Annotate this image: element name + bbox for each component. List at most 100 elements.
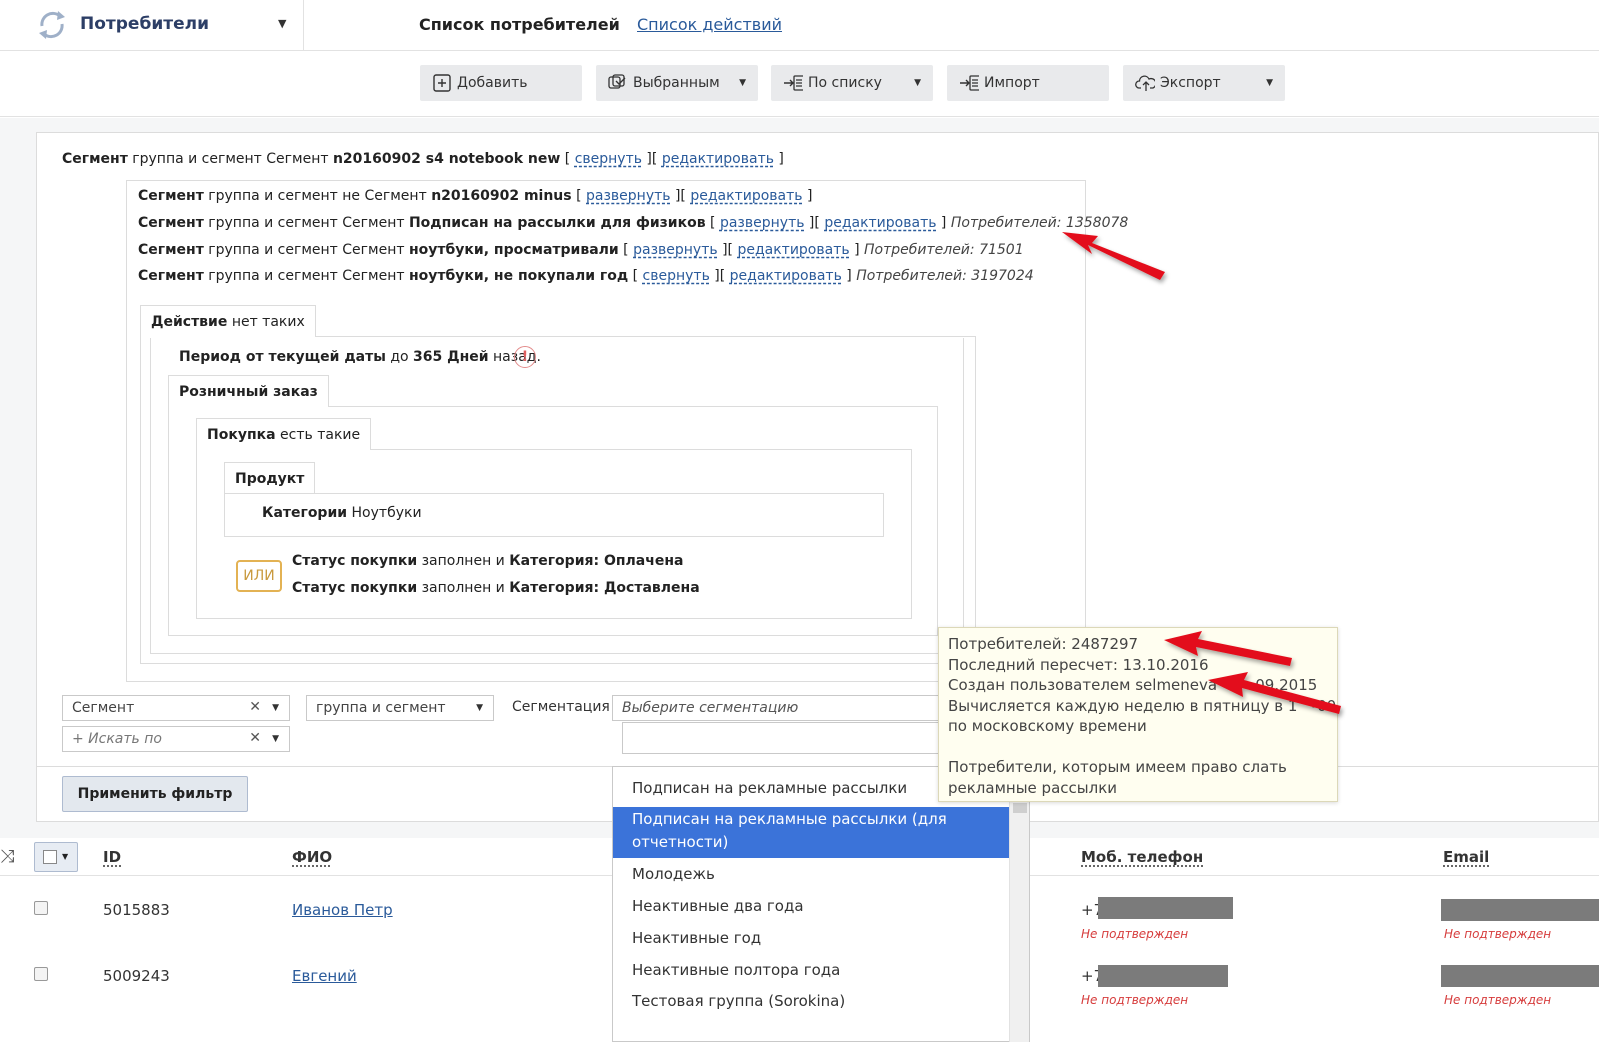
select-all-checkbox[interactable]: ▼ xyxy=(34,842,78,872)
status-condition: Статус покупки заполнен и Категория: Опл… xyxy=(292,553,684,569)
period-condition: Период от текущей даты до 365 Дней назад… xyxy=(179,349,541,365)
phone-status: Не подтвержден xyxy=(1081,993,1189,1007)
tooltip-line: Создан пользователем selmeneva 09.2015 xyxy=(948,676,1318,694)
expand-link[interactable]: развернуть xyxy=(586,188,671,204)
edit-link[interactable]: редактировать xyxy=(690,188,802,204)
row-name-link[interactable]: Евгений xyxy=(292,967,357,985)
warning-icon[interactable]: ! xyxy=(514,346,536,368)
segmentation-dropdown: Подписан на рекламные рассылки Подписан … xyxy=(612,766,1030,1042)
email-status: Не подтвержден xyxy=(1444,993,1552,1007)
import-button[interactable]: Импорт xyxy=(947,65,1109,101)
root-segment-condition: Сегмент группа и сегмент Сегмент n201609… xyxy=(62,151,784,167)
chevron-down-icon: ▼ xyxy=(476,703,483,713)
shuffle-icon[interactable]: ⤨ xyxy=(0,846,14,867)
email-status: Не подтвержден xyxy=(1444,927,1552,941)
toolbar: Добавить Выбранным ▼ По списку ▼ Импорт … xyxy=(0,51,1599,117)
by-list-button[interactable]: По списку ▼ xyxy=(771,65,933,101)
edit-link[interactable]: редактировать xyxy=(730,268,842,284)
product-label: Продукт xyxy=(224,462,316,494)
redacted-phone xyxy=(1098,897,1233,919)
group-select[interactable]: группа и сегмент ▼ xyxy=(306,695,494,721)
redacted-email xyxy=(1441,965,1599,987)
expand-link[interactable]: развернуть xyxy=(720,215,805,231)
dropdown-scrollbar[interactable] xyxy=(1009,799,1029,1042)
edit-link[interactable]: редактировать xyxy=(737,242,849,258)
row-checkbox[interactable] xyxy=(34,967,48,981)
selected-items-icon xyxy=(608,73,628,93)
dropdown-option-selected[interactable]: Подписан на рекламные рассылки (для отче… xyxy=(613,807,1009,858)
clear-icon[interactable]: ✕ xyxy=(249,699,261,715)
filter-type-select[interactable]: Сегмент ✕ ▼ xyxy=(62,695,290,721)
tab-consumers-list[interactable]: Список потребителей xyxy=(419,15,620,34)
clear-icon[interactable]: ✕ xyxy=(249,730,261,746)
chevron-down-icon: ▼ xyxy=(1266,78,1273,88)
edit-link[interactable]: редактировать xyxy=(824,215,936,231)
collapse-link[interactable]: свернуть xyxy=(575,151,642,167)
or-operator-badge[interactable]: ИЛИ xyxy=(236,560,282,592)
checkbox[interactable] xyxy=(43,850,57,864)
phone-status: Не подтвержден xyxy=(1081,927,1189,941)
dropdown-option[interactable]: Молодежь xyxy=(613,863,1009,886)
row-id: 5015883 xyxy=(103,901,170,919)
list-arrow-icon xyxy=(783,73,803,93)
search-by-select[interactable]: + Искать по ✕ ▼ xyxy=(62,726,290,752)
purchase-label: Покупка есть такие xyxy=(196,418,372,450)
selected-button[interactable]: Выбранным ▼ xyxy=(596,65,758,101)
segment-info-tooltip: Потребителей: 2487297 Последний пересчет… xyxy=(938,627,1338,802)
chevron-down-icon: ▼ xyxy=(739,78,746,88)
column-header-email[interactable]: Email xyxy=(1443,848,1489,866)
dropdown-option[interactable]: Тестовая группа (Sorokina) xyxy=(613,990,1009,1013)
plus-square-icon xyxy=(432,73,452,93)
collapse-link[interactable]: свернуть xyxy=(643,268,710,284)
expand-link[interactable]: развернуть xyxy=(633,242,718,258)
dropdown-option[interactable]: Неактивные два года xyxy=(613,895,1009,918)
export-button-label: Экспорт xyxy=(1160,75,1221,91)
status-condition: Статус покупки заполнен и Категория: Дос… xyxy=(292,580,700,596)
tooltip-line: Последний пересчет: 13.10.2016 xyxy=(948,655,1209,674)
segment-condition: Сегмент группа и сегмент Сегмент Подписа… xyxy=(138,215,1129,231)
scrollbar-thumb[interactable] xyxy=(1013,803,1027,813)
add-button-label: Добавить xyxy=(457,75,528,91)
segment-condition: Сегмент группа и сегмент Сегмент ноутбук… xyxy=(138,268,1034,284)
segment-condition: Сегмент группа и сегмент Сегмент ноутбук… xyxy=(138,242,1024,258)
apply-filter-button[interactable]: Применить фильтр xyxy=(62,776,248,812)
app-title: Потребители xyxy=(80,14,209,34)
segmentation-select[interactable]: Выберите сегментацию xyxy=(612,695,942,721)
tooltip-line xyxy=(948,737,1328,758)
app-switcher[interactable]: Потребители ▼ xyxy=(0,0,304,51)
dropdown-option[interactable]: Неактивные год xyxy=(613,927,1009,950)
tooltip-line: Потребителей: 2487297 xyxy=(948,635,1139,653)
redacted-email xyxy=(1441,899,1599,921)
row-id: 5009243 xyxy=(103,967,170,985)
import-button-label: Импорт xyxy=(984,75,1040,91)
chevron-down-icon: ▼ xyxy=(914,78,921,88)
selected-button-label: Выбранным xyxy=(633,75,720,91)
segmentation-label: Сегментация xyxy=(512,699,610,715)
row-checkbox[interactable] xyxy=(34,901,48,915)
sync-logo-icon xyxy=(34,6,70,44)
chevron-down-icon[interactable]: ▼ xyxy=(278,17,286,30)
consumer-count: Потребителей: 3197024 xyxy=(856,268,1034,284)
add-button[interactable]: Добавить xyxy=(420,65,582,101)
segmentation-search-input[interactable] xyxy=(622,722,940,754)
consumer-count: Потребителей: 1358078 xyxy=(950,215,1129,231)
by-list-button-label: По списку xyxy=(808,75,882,91)
column-header-phone[interactable]: Моб. телефон xyxy=(1081,848,1203,866)
tooltip-line: Вычисляется каждую неделю в пятницу в 1 … xyxy=(948,696,1337,715)
action-label: Действие нет таких xyxy=(140,305,316,337)
tooltip-line: рекламные рассылки xyxy=(948,778,1117,797)
chevron-down-icon: ▼ xyxy=(62,852,69,861)
import-icon xyxy=(959,73,979,93)
export-button[interactable]: Экспорт ▼ xyxy=(1123,65,1285,101)
edit-link[interactable]: редактировать xyxy=(662,151,774,167)
column-header-id[interactable]: ID xyxy=(103,848,121,866)
tooltip-line: по московскому времени xyxy=(948,717,1147,735)
category-condition: Категории Ноутбуки xyxy=(262,505,422,521)
redacted-phone xyxy=(1098,965,1228,987)
chevron-down-icon: ▼ xyxy=(272,703,279,713)
consumer-count: Потребителей: 71501 xyxy=(864,242,1024,258)
tab-actions-list[interactable]: Список действий xyxy=(637,15,782,34)
row-name-link[interactable]: Иванов Петр xyxy=(292,901,393,919)
dropdown-option[interactable]: Неактивные полтора года xyxy=(613,959,1009,982)
column-header-name[interactable]: ФИО xyxy=(292,848,332,866)
